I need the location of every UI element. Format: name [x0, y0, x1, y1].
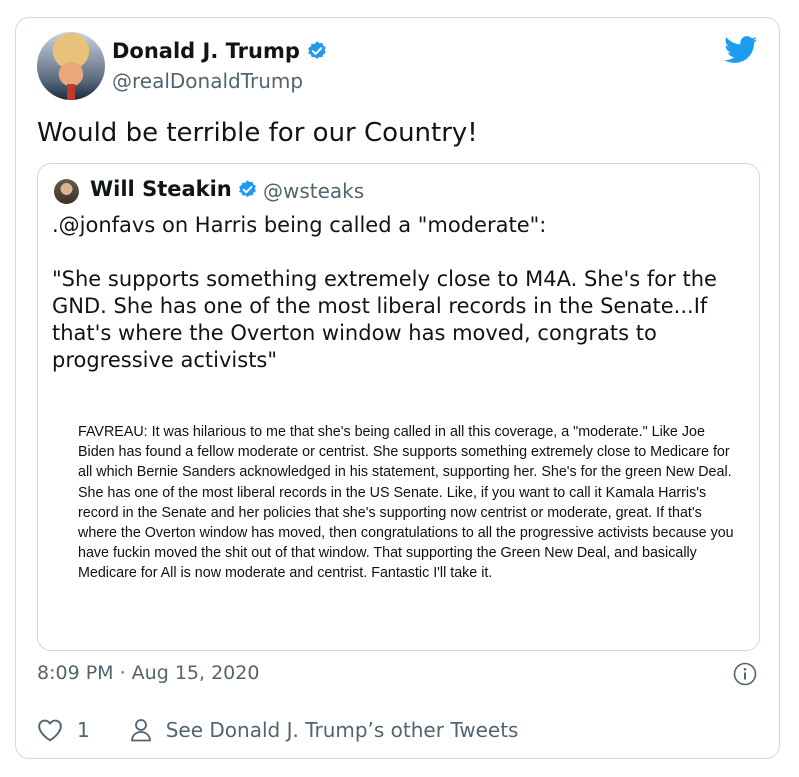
author-avatar[interactable] [37, 32, 105, 100]
author-name-text[interactable]: Donald J. Trump [112, 39, 300, 63]
tweet-actions: 1 See Donald J. Trump’s other Tweets [37, 718, 518, 742]
see-other-tweets-link[interactable]: See Donald J. Trump’s other Tweets [166, 718, 519, 742]
verified-badge-icon [238, 179, 256, 197]
quoted-author-name-text[interactable]: Will Steakin [90, 177, 232, 201]
person-icon[interactable] [130, 718, 152, 742]
author-name[interactable]: Donald J. Trump [112, 39, 328, 63]
author-handle[interactable]: @realDonaldTrump [112, 69, 303, 93]
quoted-author-avatar[interactable] [54, 179, 79, 204]
quoted-author-name[interactable]: Will Steakin [90, 177, 258, 201]
quoted-tweet[interactable]: Will Steakin @wsteaks .@jonfavs on Harri… [37, 163, 760, 651]
verified-badge-icon [308, 41, 326, 59]
quoted-transcript-image[interactable]: FAVREAU: It was hilarious to me that she… [78, 422, 738, 584]
like-count[interactable]: 1 [77, 718, 90, 742]
twitter-bird-icon[interactable] [724, 36, 758, 64]
info-icon[interactable] [733, 662, 757, 686]
heart-icon[interactable] [37, 718, 63, 742]
tweet-text: Would be terrible for our Country! [37, 118, 478, 148]
quoted-author-handle[interactable]: @wsteaks [263, 179, 364, 203]
quoted-tweet-text: .@jonfavs on Harris being called a "mode… [52, 213, 717, 372]
tweet-timestamp[interactable]: 8:09 PM · Aug 15, 2020 [37, 662, 259, 684]
